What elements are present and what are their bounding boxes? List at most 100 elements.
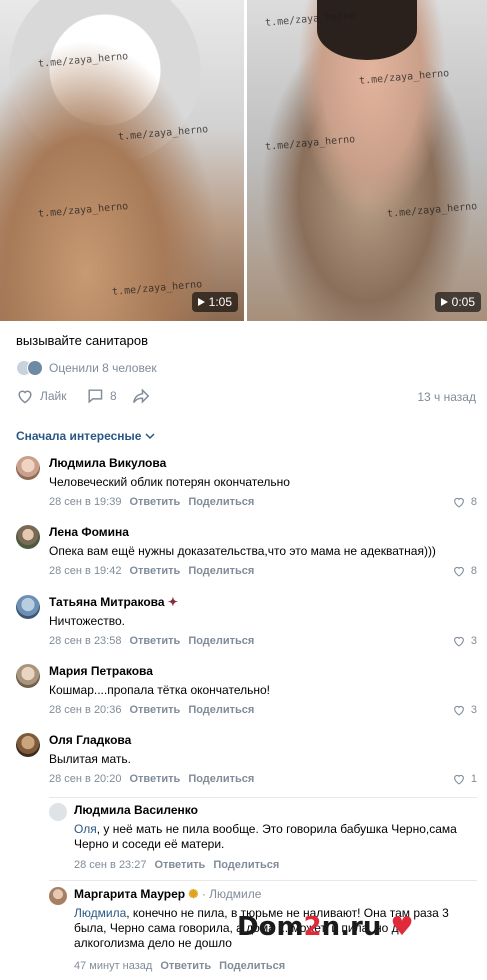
comment-date[interactable]: 28 сен в 19:39 [49, 496, 121, 508]
reply-button[interactable]: Ответить [129, 565, 180, 577]
comment-text: Человеческий облик потерян окончательно [49, 475, 290, 489]
comment-like-button[interactable]: 3 [452, 704, 477, 716]
comment-author[interactable]: Татьяна Митракова ✦ [49, 595, 178, 609]
share-button[interactable]: Поделиться [188, 565, 254, 577]
reply-button[interactable]: Ответить [129, 496, 180, 508]
post-actions: Лайк 8 13 ч назад [16, 388, 476, 408]
like-count: 1 [470, 773, 477, 785]
watermark: t.me/zaya_herno [111, 279, 203, 298]
like-count: 8 [470, 565, 477, 577]
reply-button[interactable]: Ответить [129, 773, 180, 785]
reply-text: , у неё мать не пила вообще. Это говорил… [74, 822, 457, 851]
comment-author[interactable]: Мария Петракова [49, 664, 153, 678]
video-thumbnail-1[interactable]: t.me/zaya_herno t.me/zaya_herno t.me/zay… [0, 0, 244, 321]
sort-dropdown[interactable]: Сначала интересные [16, 429, 155, 443]
heart-icon [453, 705, 464, 716]
reply-arrow-icon: · [201, 887, 206, 901]
share-button[interactable]: Поделиться [188, 635, 254, 647]
comment-meta: 28 сен в 20:20 Ответить Поделиться [49, 773, 254, 785]
video-duration: 1:05 [191, 292, 238, 312]
watermark: t.me/zaya_herno [386, 201, 478, 220]
heart-icon [453, 497, 464, 508]
heart-icon [453, 566, 464, 577]
avatar[interactable] [16, 525, 40, 549]
share-button[interactable]: Поделиться [219, 960, 285, 972]
duration-text: 1:05 [208, 295, 232, 309]
comment-text: Вылитая мать. [49, 752, 131, 766]
reactor-avatars [16, 360, 43, 376]
sun-icon: ✺ [188, 887, 199, 901]
divider [49, 797, 477, 798]
avatar[interactable] [16, 456, 40, 480]
comment-author[interactable]: Людмила Викулова [49, 456, 166, 470]
comment-icon [88, 389, 103, 404]
author-name: Татьяна Митракова [49, 595, 165, 609]
chevron-down-icon [145, 433, 155, 440]
post-time: 13 ч назад [417, 390, 476, 404]
reactions-summary[interactable]: Оценили 8 человек [16, 360, 157, 376]
share-button[interactable]: Поделиться [188, 773, 254, 785]
watermark: t.me/zaya_herno [37, 201, 129, 220]
watermark: t.me/zaya_herno [264, 134, 356, 153]
heart-icon [453, 636, 464, 647]
share-button[interactable]: Поделиться [213, 859, 279, 871]
comment-author[interactable]: Оля Гладкова [49, 733, 131, 747]
like-count: 8 [470, 496, 477, 508]
comment-date[interactable]: 28 сен в 20:20 [49, 773, 121, 785]
mention-link[interactable]: Людмила [74, 906, 126, 920]
logo-text: 2 [303, 912, 322, 942]
comment-button[interactable]: 8 [86, 388, 117, 404]
reply-comment: Людмила Василенко Оля, у неё мать не пил… [49, 803, 477, 875]
comment-date[interactable]: 28 сен в 19:42 [49, 565, 121, 577]
hair-shape [317, 0, 417, 60]
like-button[interactable]: Лайк [16, 388, 67, 404]
reply-target[interactable]: Людмиле [209, 887, 261, 901]
reply-button[interactable]: Ответить [129, 704, 180, 716]
comment-date[interactable]: 28 сен в 23:27 [74, 859, 146, 871]
comment: Оля Гладкова Вылитая мать. 28 сен в 20:2… [16, 733, 477, 793]
comment: Людмила Викулова Человеческий облик поте… [16, 456, 477, 516]
site-logo: Dom2n.ru ♥ [237, 912, 414, 942]
comment-like-button[interactable]: 8 [452, 565, 477, 577]
video-thumbnail-2[interactable]: t.me/zaya_herno t.me/zaya_herno t.me/zay… [247, 0, 487, 321]
comment-date[interactable]: 28 сен в 20:36 [49, 704, 121, 716]
comment-meta: 28 сен в 19:42 Ответить Поделиться [49, 565, 254, 577]
like-label: Лайк [40, 389, 67, 403]
emoji-icon: ✦ [167, 595, 178, 609]
comment-date[interactable]: 28 сен в 23:58 [49, 635, 121, 647]
comment-author[interactable]: Людмила Василенко [74, 803, 198, 817]
comment-author[interactable]: Маргарита Маурер ✺ · Людмиле [74, 887, 261, 901]
logo-text: n.ru [321, 912, 382, 942]
share-button[interactable]: Поделиться [188, 704, 254, 716]
video-duration: 0:05 [434, 292, 481, 312]
reply-button[interactable]: Ответить [160, 960, 211, 972]
heart-icon [453, 774, 464, 785]
heart-icon [18, 390, 32, 404]
avatar[interactable] [16, 595, 40, 619]
avatar[interactable] [49, 803, 67, 821]
avatar[interactable] [16, 664, 40, 688]
logo-text: Dom [237, 912, 304, 942]
avatar[interactable] [16, 733, 40, 757]
comment: Татьяна Митракова ✦ Ничтожество. 28 сен … [16, 595, 477, 655]
comment-like-button[interactable]: 1 [452, 773, 477, 785]
reply-button[interactable]: Ответить [129, 635, 180, 647]
comment-author[interactable]: Лена Фомина [49, 525, 129, 539]
avatar[interactable] [49, 887, 67, 905]
comment: Мария Петракова Кошмар....пропала тётка … [16, 664, 477, 724]
watermark: t.me/zaya_herno [37, 51, 129, 70]
comment-like-button[interactable]: 3 [452, 635, 477, 647]
comment: Лена Фомина Опека вам ещё нужны доказате… [16, 525, 477, 585]
share-button[interactable] [132, 388, 150, 404]
comment-date[interactable]: 47 минут назад [74, 960, 152, 972]
author-name: Маргарита Маурер [74, 887, 186, 901]
post-caption: вызывайте санитаров [16, 333, 149, 348]
mention-link[interactable]: Оля [74, 822, 97, 836]
rated-text: Оценили 8 человек [49, 361, 157, 375]
comment-meta: 28 сен в 19:39 Ответить Поделиться [49, 496, 254, 508]
share-button[interactable]: Поделиться [188, 496, 254, 508]
like-count: 3 [470, 635, 477, 647]
comment-like-button[interactable]: 8 [452, 496, 477, 508]
video-grid: t.me/zaya_herno t.me/zaya_herno t.me/zay… [0, 0, 487, 321]
reply-button[interactable]: Ответить [154, 859, 205, 871]
